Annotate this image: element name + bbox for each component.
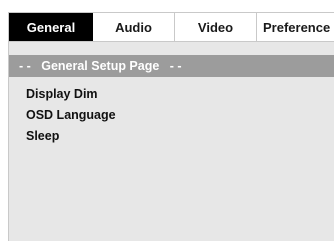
page-title-bar: - - General Setup Page - - xyxy=(9,55,334,77)
menu-item-sleep[interactable]: Sleep xyxy=(26,126,116,147)
tab-preference[interactable]: Preference xyxy=(257,13,334,41)
menu-item-display-dim[interactable]: Display Dim xyxy=(26,84,116,105)
settings-menu-list: Display Dim OSD Language Sleep xyxy=(26,84,116,147)
tab-video[interactable]: Video xyxy=(175,13,257,41)
page-title: - - General Setup Page - - xyxy=(19,59,182,73)
setup-menu-panel: General Audio Video Preference - - Gener… xyxy=(8,12,334,241)
tab-audio[interactable]: Audio xyxy=(93,13,175,41)
tab-bar: General Audio Video Preference xyxy=(9,12,334,42)
tab-general[interactable]: General xyxy=(9,13,93,41)
menu-item-osd-language[interactable]: OSD Language xyxy=(26,105,116,126)
